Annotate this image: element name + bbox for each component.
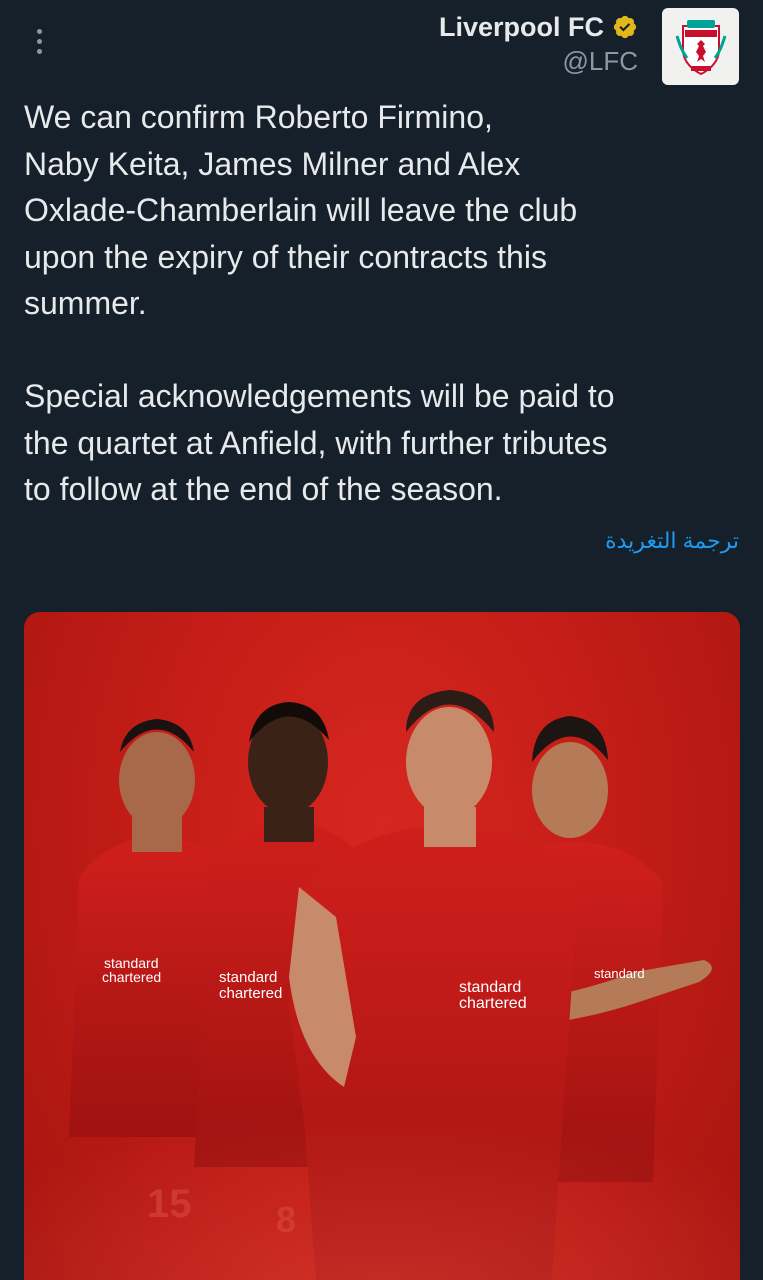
- verified-badge-icon: [613, 15, 637, 39]
- more-vertical-icon: [36, 28, 42, 34]
- lfc-crest-icon: [675, 19, 726, 75]
- players-photo: standard chartered standard chartered st…: [24, 690, 740, 1280]
- author-name: Liverpool FC: [438, 12, 604, 42]
- author-name-row: Liverpool FC: [439, 10, 638, 44]
- sponsor-text: chartered: [102, 969, 161, 985]
- sponsor-text: standard: [459, 979, 521, 996]
- tweet-author[interactable]: Liverpool FC @LFC: [439, 10, 638, 78]
- avatar[interactable]: [662, 8, 739, 85]
- more-options-button[interactable]: [24, 24, 54, 58]
- sponsor-text: standard: [219, 969, 277, 986]
- tweet-media-image[interactable]: standard chartered standard chartered st…: [24, 612, 740, 1280]
- tweet-text: We can confirm Roberto Firmino, Naby Kei…: [24, 99, 615, 507]
- sponsor-text: chartered: [459, 995, 527, 1012]
- author-handle: @LFC: [562, 46, 638, 76]
- sponsor-text: chartered: [219, 985, 282, 1002]
- sponsor-text: standard: [594, 966, 645, 981]
- translate-tweet-link[interactable]: ترجمة التغريدة: [605, 528, 739, 554]
